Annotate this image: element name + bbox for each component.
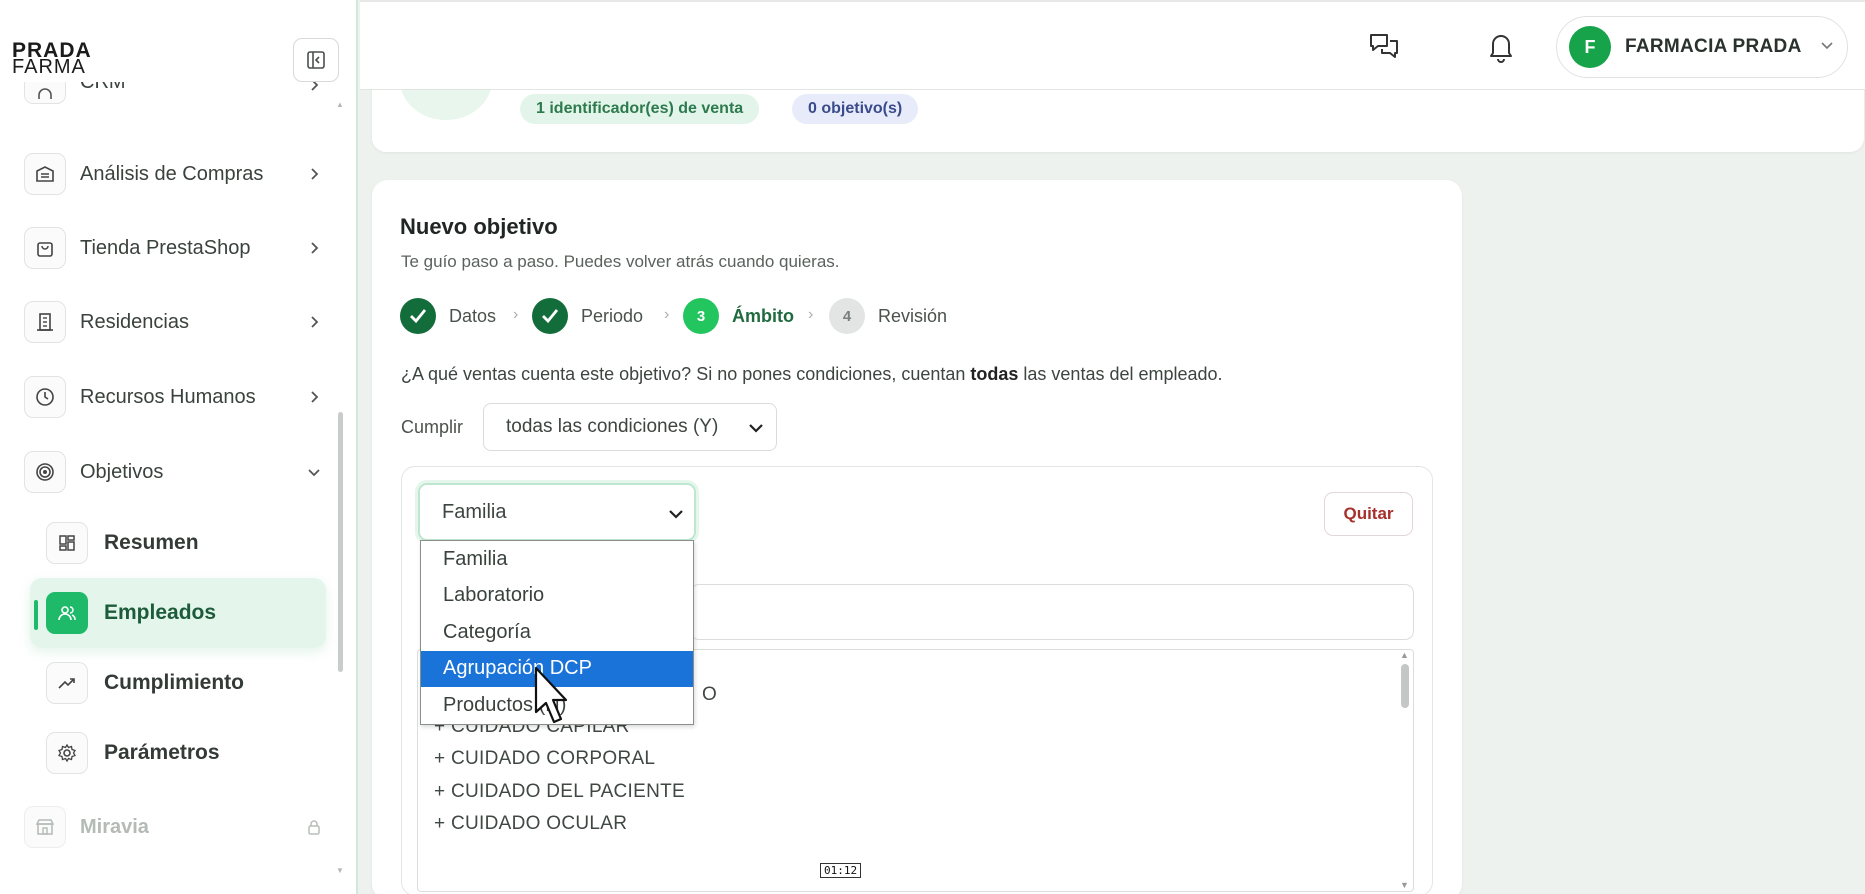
sidebar-subitem-cumplimiento[interactable]: Cumplimiento	[46, 658, 326, 708]
messages-icon[interactable]	[1367, 30, 1401, 64]
condition-search-input[interactable]	[690, 584, 1414, 640]
chevron-down-icon	[1820, 38, 1834, 56]
sidebar-subitem-label: Empleados	[104, 601, 217, 624]
lock-icon	[304, 819, 324, 835]
chevron-right-icon	[304, 167, 324, 181]
scroll-down-icon[interactable]: ▼	[336, 866, 344, 875]
cumplir-select[interactable]: todas las condiciones (Y)	[483, 403, 777, 451]
dashboard-icon	[46, 522, 88, 564]
sidebar-item-analisis-compras[interactable]: Análisis de Compras	[24, 152, 324, 196]
step-separator-icon: ›	[513, 306, 519, 323]
condition-field-value: Familia	[442, 500, 507, 523]
page-title: Nuevo objetivo	[400, 214, 558, 239]
list-item[interactable]: + CUIDADO CORPORAL	[434, 748, 655, 770]
collapse-sidebar-button[interactable]	[293, 38, 339, 82]
target-icon	[24, 451, 66, 493]
step-separator-icon: ›	[664, 306, 670, 323]
user-menu[interactable]: F FARMACIA PRADA	[1556, 16, 1848, 78]
list-item[interactable]: + CUIDADO OCULAR	[434, 813, 627, 835]
dropdown-option-laboratorio[interactable]: Laboratorio	[421, 578, 693, 615]
list-scroll-up-icon[interactable]: ▲	[1400, 650, 1409, 660]
step-periodo[interactable]: Periodo	[532, 298, 643, 334]
sidebar-toggle-icon	[307, 51, 325, 69]
store-icon	[24, 806, 66, 848]
step-revision[interactable]: 4 Revisión	[829, 298, 947, 334]
sidebar-item-label: Tienda PrestaShop	[80, 236, 251, 259]
step-number: 4	[829, 298, 865, 334]
sidebar-item-recursos-humanos[interactable]: Recursos Humanos	[24, 375, 324, 419]
step-separator-icon: ›	[808, 306, 814, 323]
sidebar-subitem-label: Resumen	[104, 531, 199, 554]
step-label: Ámbito	[732, 305, 794, 326]
list-item[interactable]: + CUIDADO DEL PACIENTE	[434, 781, 685, 803]
chevron-right-icon	[304, 241, 324, 255]
chevron-right-icon	[304, 315, 324, 329]
question-emphasis: todas	[970, 364, 1019, 384]
scroll-up-icon[interactable]: ▲	[336, 100, 344, 109]
warehouse-icon	[24, 153, 66, 195]
shopping-bag-icon	[24, 227, 66, 269]
scope-question: ¿A qué ventas cuenta este objetivo? Si n…	[401, 364, 1223, 385]
objectives-badge: 0 objetivo(s)	[792, 94, 919, 124]
check-icon	[400, 298, 436, 334]
sidebar-subitem-label: Parámetros	[104, 741, 220, 764]
chevron-down-icon	[748, 418, 764, 440]
page-subtitle: Te guío paso a paso. Puedes volver atrás…	[401, 252, 840, 271]
step-label: Revisión	[878, 305, 948, 326]
chevron-down-icon	[304, 467, 324, 477]
sidebar-subitem-empleados[interactable]: Empleados	[30, 578, 326, 648]
question-text-start: ¿A qué ventas cuenta este objetivo? Si n…	[401, 364, 971, 384]
avatar: F	[1569, 26, 1611, 68]
mouse-cursor-icon	[534, 666, 568, 724]
bell-icon[interactable]	[1484, 30, 1518, 64]
sidebar-subitem-resumen[interactable]: Resumen	[46, 518, 326, 568]
step-number: 3	[683, 298, 719, 334]
building-icon	[24, 301, 66, 343]
sidebar-item-label: Miravia	[80, 815, 149, 838]
active-indicator	[34, 600, 38, 630]
chevron-right-icon	[304, 82, 324, 92]
chevron-right-icon	[304, 390, 324, 404]
question-text-end: las ventas del empleado.	[1018, 364, 1223, 384]
sidebar-item-miravia: Miravia	[24, 805, 324, 849]
clock-icon	[24, 376, 66, 418]
sidebar-item-label: Análisis de Compras	[80, 162, 264, 185]
sidebar-item-crm[interactable]: CRM	[24, 82, 324, 104]
sidebar-subitem-parametros[interactable]: Parámetros	[46, 728, 326, 778]
logo-line2: FARMA	[12, 56, 86, 79]
users-icon	[24, 82, 66, 104]
remove-condition-button[interactable]: Quitar	[1324, 492, 1413, 536]
step-datos[interactable]: Datos	[400, 298, 496, 334]
list-scroll-thumb[interactable]	[1401, 664, 1409, 708]
identifiers-badge: 1 identificador(es) de venta	[520, 94, 760, 124]
sidebar-subitem-label: Cumplimiento	[104, 671, 244, 694]
sidebar-item-label: CRM	[80, 82, 126, 93]
trending-up-icon	[46, 662, 88, 704]
cumplir-value: todas las condiciones (Y)	[506, 416, 719, 437]
step-label: Periodo	[581, 305, 644, 326]
condition-field-select[interactable]: Familia	[418, 483, 696, 541]
dropdown-option-familia[interactable]: Familia	[421, 541, 693, 578]
gear-icon	[46, 732, 88, 774]
sidebar-item-label: Residencias	[80, 310, 189, 333]
brand-logo[interactable]: PRADA FARMA	[12, 40, 92, 79]
step-label: Datos	[449, 305, 497, 326]
sidebar: PRADA FARMA CRM Análisis de Compras Tien…	[0, 0, 358, 894]
sidebar-item-residencias[interactable]: Residencias	[24, 300, 324, 344]
step-ambito[interactable]: 3 Ámbito	[683, 298, 794, 334]
check-icon	[532, 298, 568, 334]
chevron-down-icon	[668, 503, 684, 526]
list-scroll-down-icon[interactable]: ▼	[1400, 880, 1409, 890]
sidebar-scroll-thumb[interactable]	[338, 412, 343, 672]
sidebar-item-label: Objetivos	[80, 460, 164, 483]
list-item-partial[interactable]: O	[702, 684, 717, 706]
users-icon	[46, 592, 88, 634]
dropdown-option-categoria[interactable]: Categoría	[421, 614, 693, 651]
video-timestamp: 01:12	[820, 863, 862, 878]
cumplir-label: Cumplir	[401, 417, 464, 437]
sidebar-item-label: Recursos Humanos	[80, 385, 256, 408]
sidebar-item-objetivos[interactable]: Objetivos	[24, 450, 324, 494]
sidebar-item-tienda-prestashop[interactable]: Tienda PrestaShop	[24, 226, 324, 270]
user-name: FARMACIA PRADA	[1625, 36, 1802, 57]
